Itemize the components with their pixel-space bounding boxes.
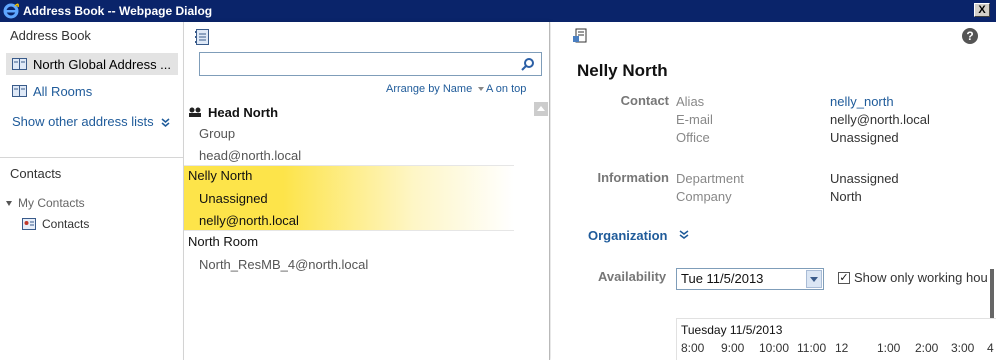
working-hours-checkbox[interactable]: ✓ (838, 272, 850, 284)
schedule-date: Tuesday 11/5/2013 (681, 323, 783, 337)
company-value: North (830, 189, 862, 204)
contact-name: Nelly North (577, 61, 668, 80)
room-name[interactable]: North Room (188, 234, 518, 249)
hour-label: 2:00 (915, 341, 939, 355)
room-email[interactable]: North_ResMB_4@north.local (184, 257, 514, 272)
hour-label: 10:00 (759, 341, 790, 355)
dialog-titlebar: Address Book -- Webpage Dialog X (0, 0, 996, 22)
address-list-pane: Arrange by Name A on top Head North Grou… (184, 22, 550, 360)
availability-label: Availability (598, 269, 667, 284)
list-group-header[interactable]: Head North (188, 102, 518, 122)
alias-label: Alias (676, 94, 705, 109)
organization-link[interactable]: Organization (588, 228, 667, 243)
address-book-header: Address Book (10, 28, 91, 43)
dropdown-arrow-icon[interactable] (806, 270, 822, 288)
contacts-folder-label: Contacts (42, 217, 90, 231)
contacts-header: Contacts (10, 166, 62, 181)
selected-contact-office[interactable]: Unassigned (184, 191, 514, 206)
sidebar-divider (0, 157, 183, 158)
show-other-label: Show other address lists (12, 114, 154, 129)
company-label: Company (676, 189, 732, 204)
selected-contact-email[interactable]: nelly@north.local (184, 213, 514, 228)
group-icon (189, 107, 201, 117)
schedule-hours: 8:00 9:00 10:00 11:00 12 1:00 2:00 3:00 4 (681, 341, 994, 355)
department-value: Unassigned (830, 171, 899, 186)
address-book-sidebar: Address Book North Global Address ... Al… (0, 22, 184, 360)
hour-label: 9:00 (721, 341, 745, 355)
arrange-by-label: Arrange by Name (386, 83, 473, 95)
list-label: North Global Address ... (33, 56, 172, 72)
selected-contact-name[interactable]: Nelly North (188, 168, 518, 183)
dialog-title: Address Book -- Webpage Dialog (23, 4, 213, 18)
email-label: E-mail (676, 112, 713, 127)
search-input[interactable] (200, 53, 510, 75)
double-chevron-down-icon[interactable] (679, 229, 689, 241)
list-item-type[interactable]: Group (184, 126, 514, 141)
add-to-contacts-icon[interactable] (573, 28, 589, 44)
office-value: Unassigned (830, 130, 899, 145)
date-select[interactable]: Tue 11/5/2013 (676, 268, 824, 290)
contact-section-label: Contact (620, 93, 669, 108)
hour-label: 12 (835, 341, 849, 355)
list-item-email[interactable]: head@north.local (184, 148, 514, 163)
help-icon[interactable]: ? (962, 28, 978, 44)
details-scrollbar[interactable] (990, 269, 994, 319)
office-label: Office (676, 130, 710, 145)
alias-value[interactable]: nelly_north (830, 94, 894, 109)
double-chevron-down-icon (161, 117, 170, 127)
internet-explorer-icon (3, 3, 19, 19)
arrange-by-dropdown[interactable]: Arrange by Name (386, 83, 485, 95)
contacts-card-icon (22, 218, 36, 230)
address-book-icon (12, 58, 27, 70)
my-contacts-node[interactable]: My Contacts (6, 196, 85, 210)
sort-order-toggle[interactable]: A on top (486, 83, 526, 95)
close-button[interactable]: X (974, 3, 990, 17)
working-hours-label: Show only working hou (854, 270, 988, 285)
expand-triangle-icon[interactable] (6, 200, 12, 206)
hour-label: 1:00 (877, 341, 901, 355)
information-section-label: Information (597, 170, 670, 185)
hour-label: 8:00 (681, 341, 705, 355)
search-box[interactable] (199, 52, 542, 76)
group-name: Head North (208, 104, 279, 120)
list-north-global-address[interactable]: North Global Address ... (6, 53, 178, 75)
show-other-address-lists-link[interactable]: Show other address lists (12, 114, 170, 129)
availability-schedule: Tuesday 11/5/2013 8:00 9:00 10:00 11:00 12 1:… (676, 318, 996, 360)
hour-label: 11:00 (797, 341, 827, 355)
address-book-icon (12, 85, 27, 97)
hour-label: 4 (987, 341, 994, 355)
contacts-folder[interactable]: Contacts (22, 217, 89, 231)
scroll-up-button[interactable] (534, 102, 548, 116)
list-label: All Rooms (33, 83, 93, 99)
search-icon[interactable] (521, 57, 535, 71)
my-contacts-label: My Contacts (18, 196, 85, 210)
date-select-value: Tue 11/5/2013 (681, 271, 764, 286)
address-book-view-icon[interactable] (195, 29, 209, 45)
dropdown-arrow-icon (478, 87, 485, 92)
email-value: nelly@north.local (830, 112, 930, 127)
list-all-rooms[interactable]: All Rooms (6, 80, 178, 102)
hour-label: 3:00 (951, 341, 975, 355)
contact-details-pane: ? Nelly North Contact Alias nelly_north … (551, 22, 996, 360)
department-label: Department (676, 171, 744, 186)
